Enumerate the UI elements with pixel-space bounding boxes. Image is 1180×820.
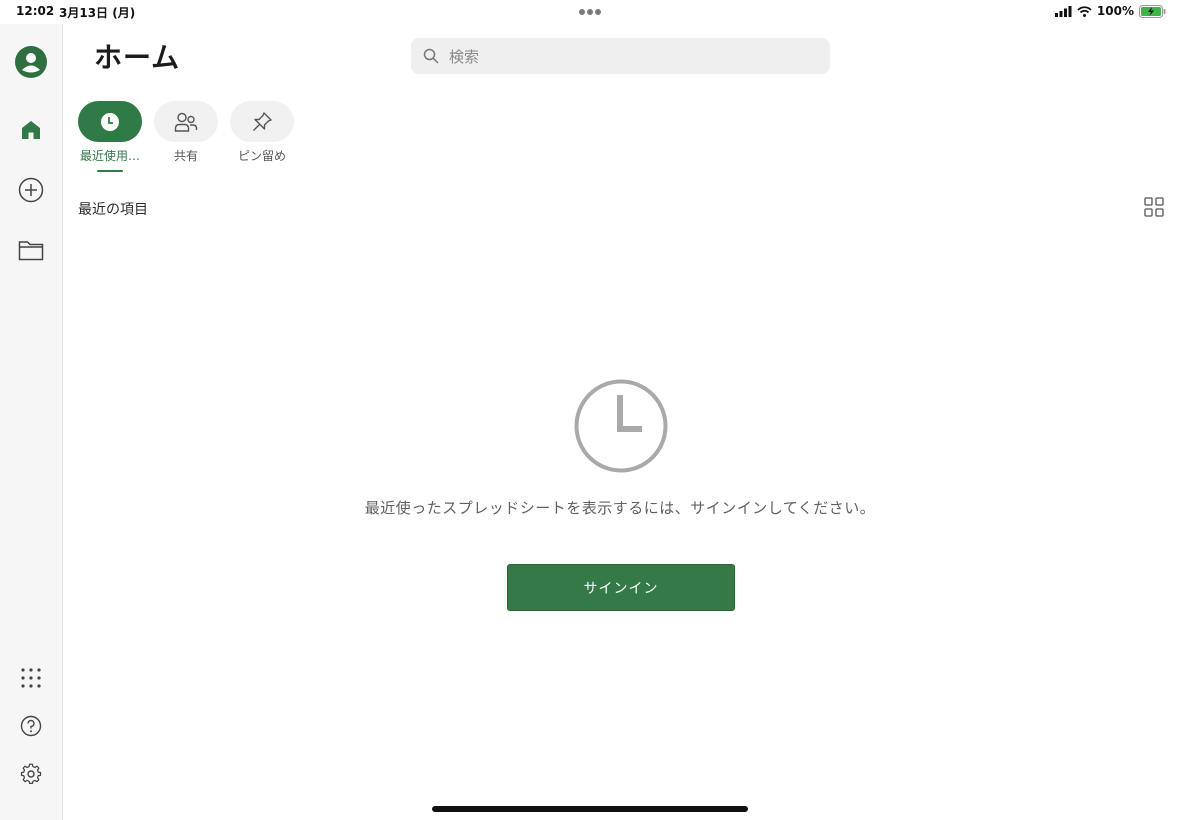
tab-recent-label: 最近使用… <box>79 149 140 163</box>
gear-icon <box>20 763 42 785</box>
sidebar <box>0 24 63 820</box>
empty-state-message: 最近使ったスプレッドシートを表示するには、サインインしてください。 <box>364 499 876 517</box>
battery-percentage: 100% <box>1096 4 1134 18</box>
tab-recent[interactable]: 最近使用… <box>72 101 148 173</box>
people-icon <box>174 112 198 132</box>
status-date: 3月13日 (月) <box>59 6 136 20</box>
status-time: 12:02 <box>16 4 55 18</box>
search-input[interactable]: 検索 <box>411 38 830 74</box>
open-button[interactable] <box>15 234 47 266</box>
battery-charging-icon <box>1139 4 1166 18</box>
app-grid-icon <box>21 668 41 688</box>
folder-icon <box>18 241 44 261</box>
account-button[interactable] <box>15 46 47 78</box>
status-bar: 12:02 3月13日 (月) 100% <box>0 0 1180 24</box>
tab-pinned-label: ピン留め <box>237 149 286 163</box>
clock-icon <box>101 112 119 131</box>
tab-active-indicator <box>97 170 123 172</box>
help-icon <box>20 715 42 737</box>
settings-button[interactable] <box>15 758 47 790</box>
grid-view-icon[interactable] <box>1144 197 1164 217</box>
tab-shared-label: 共有 <box>173 149 198 163</box>
pin-icon <box>253 111 272 131</box>
sign-in-button[interactable]: サインイン <box>507 564 735 611</box>
tab-pinned-pill <box>230 101 294 142</box>
tab-shared-pill <box>154 101 218 142</box>
new-button[interactable] <box>15 174 47 206</box>
page-title: ホーム <box>94 41 181 74</box>
section-title: 最近の項目 <box>78 202 148 218</box>
multitask-dots-icon[interactable] <box>578 8 602 16</box>
tab-recent-pill <box>78 101 142 142</box>
status-indicators: 100% <box>1054 4 1166 18</box>
plus-circle-icon <box>18 177 44 203</box>
cellular-signal-icon <box>1054 5 1072 17</box>
tab-pinned[interactable]: ピン留め <box>224 101 300 173</box>
home-icon <box>22 121 40 139</box>
home-button[interactable] <box>15 114 47 146</box>
home-indicator[interactable] <box>432 806 748 812</box>
user-circle-icon <box>15 46 47 78</box>
search-icon <box>423 48 439 64</box>
help-button[interactable] <box>15 710 47 742</box>
wifi-icon <box>1077 5 1092 17</box>
apps-button[interactable] <box>15 662 47 694</box>
empty-state-clock-icon <box>574 379 668 473</box>
tab-shared[interactable]: 共有 <box>148 101 224 173</box>
search-placeholder: 検索 <box>449 47 480 66</box>
